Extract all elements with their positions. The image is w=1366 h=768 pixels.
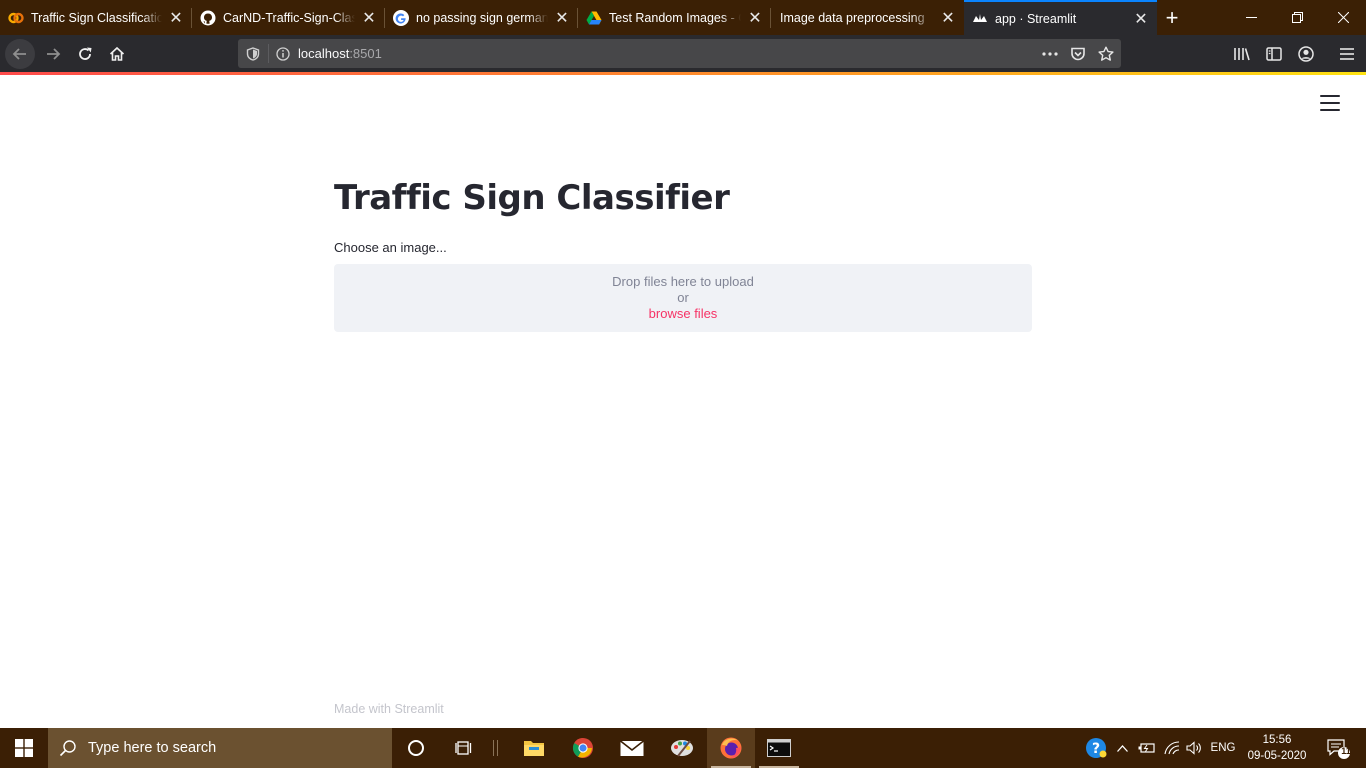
volume-icon[interactable] — [1184, 728, 1206, 768]
url-port: :8501 — [349, 46, 382, 61]
help-icon[interactable]: ? — [1083, 728, 1109, 768]
action-center-icon[interactable]: 11 — [1318, 728, 1358, 768]
close-tab-icon[interactable]: ✕ — [938, 8, 958, 28]
file-explorer-icon[interactable] — [510, 728, 558, 768]
close-tab-icon[interactable]: ✕ — [166, 8, 186, 28]
notification-count-badge: 11 — [1341, 746, 1351, 756]
google-icon — [393, 9, 409, 26]
or-text: or — [677, 290, 689, 305]
info-icon[interactable] — [274, 45, 292, 63]
tab-label: app · Streamlit — [995, 11, 1077, 26]
tab-label: Traffic Sign Classification — [31, 10, 162, 25]
github-icon — [200, 10, 216, 26]
url-host: localhost — [298, 46, 350, 61]
close-window-button[interactable] — [1320, 0, 1366, 35]
windows-start-button[interactable] — [0, 728, 48, 768]
close-tab-icon[interactable]: ✕ — [552, 8, 572, 28]
taskbar-gripper — [493, 740, 498, 756]
address-bar[interactable]: localhost:8501 — [238, 39, 1121, 68]
tab-traffic-sign-classification[interactable]: Traffic Sign Classification ✕ — [0, 0, 192, 35]
tab-image-data-preprocessing[interactable]: Image data preprocessing ✕ — [771, 0, 964, 35]
urlbar-divider — [268, 44, 269, 63]
new-tab-button[interactable]: + — [1159, 5, 1185, 31]
sidebar-icon[interactable] — [1263, 43, 1285, 65]
streamlit-decoration-bar — [0, 72, 1366, 75]
library-icon[interactable] — [1231, 43, 1253, 65]
cortana-icon[interactable] — [392, 728, 440, 768]
input-language[interactable]: ENG — [1207, 728, 1239, 768]
clock-date: 09-05-2020 — [1247, 750, 1307, 762]
file-uploader-label: Choose an image... — [334, 240, 447, 255]
clock-time: 15:56 — [1262, 734, 1292, 746]
account-icon[interactable] — [1295, 43, 1317, 65]
url-text[interactable]: localhost:8501 — [298, 46, 382, 61]
forward-button[interactable] — [38, 39, 68, 69]
drop-files-text: Drop files here to upload — [612, 274, 754, 289]
browse-files-link[interactable]: browse files — [334, 306, 1032, 321]
navigation-toolbar: localhost:8501 — [0, 35, 1366, 72]
task-view-icon[interactable] — [440, 728, 488, 768]
colab-icon — [8, 10, 24, 26]
bookmark-star-icon[interactable] — [1096, 44, 1116, 64]
chrome-icon[interactable] — [559, 728, 607, 768]
taskbar-search-box[interactable]: Type here to search — [48, 728, 392, 768]
battery-icon[interactable] — [1136, 728, 1158, 768]
made-with-streamlit-link[interactable]: Made with Streamlit — [334, 702, 444, 716]
svg-text:?: ? — [1092, 741, 1100, 757]
search-icon — [48, 728, 88, 768]
tab-label: no passing sign german — [416, 10, 548, 25]
page-actions-icon[interactable] — [1040, 44, 1060, 64]
shield-icon[interactable] — [244, 45, 262, 63]
paint-icon[interactable] — [658, 728, 706, 768]
show-hidden-icons-chevron-icon[interactable] — [1113, 728, 1131, 768]
back-button[interactable] — [5, 39, 35, 69]
tab-app-streamlit[interactable]: app · Streamlit ✕ — [964, 0, 1157, 35]
tab-test-random-images[interactable]: Test Random Images - Go ✕ — [578, 0, 771, 35]
close-tab-icon[interactable]: ✕ — [359, 8, 379, 28]
firefox-icon[interactable] — [707, 728, 755, 768]
tab-label: CarND-Traffic-Sign-Class — [223, 10, 355, 25]
minimize-button[interactable] — [1228, 0, 1274, 35]
search-placeholder: Type here to search — [88, 740, 217, 756]
file-dropzone[interactable]: Drop files here to upload or browse file… — [334, 264, 1032, 332]
close-tab-icon[interactable]: ✕ — [1131, 9, 1151, 29]
terminal-icon[interactable] — [755, 728, 803, 768]
restore-button[interactable] — [1274, 0, 1320, 35]
tab-carnd-traffic-sign[interactable]: CarND-Traffic-Sign-Class ✕ — [192, 0, 385, 35]
system-clock[interactable]: 15:56 09-05-2020 — [1240, 732, 1314, 764]
windows-taskbar: Type here to search ? ENG 15:56 09-05-20… — [0, 728, 1366, 768]
reload-button[interactable] — [70, 39, 100, 69]
tab-label: Image data preprocessing — [780, 10, 925, 25]
tab-strip: Traffic Sign Classification ✕ CarND-Traf… — [0, 0, 1366, 35]
mail-icon[interactable] — [608, 728, 656, 768]
home-button[interactable] — [102, 39, 132, 69]
streamlit-menu-icon[interactable] — [1320, 95, 1340, 111]
google-drive-icon — [586, 10, 602, 26]
app-menu-icon[interactable] — [1336, 43, 1358, 65]
wifi-icon[interactable] — [1161, 728, 1183, 768]
close-tab-icon[interactable]: ✕ — [745, 8, 765, 28]
tab-no-passing-sign[interactable]: no passing sign german ✕ — [385, 0, 578, 35]
tab-label: Test Random Images - Go — [609, 10, 741, 25]
pocket-icon[interactable] — [1068, 44, 1088, 64]
streamlit-icon — [972, 11, 988, 27]
page-title: Traffic Sign Classifier — [334, 178, 730, 218]
